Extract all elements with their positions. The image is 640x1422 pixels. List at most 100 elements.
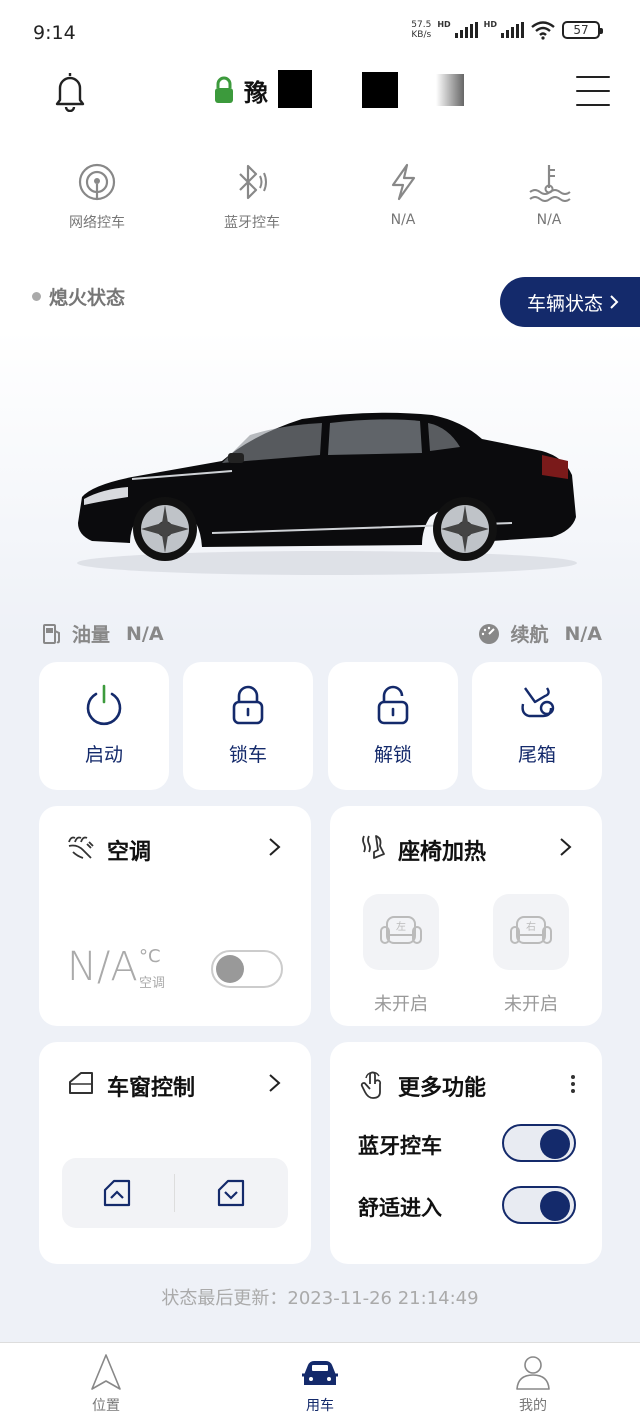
right-seat-icon: 右 bbox=[510, 916, 552, 944]
window-down-icon[interactable] bbox=[216, 1178, 246, 1208]
start-button[interactable]: 启动 bbox=[39, 662, 169, 790]
quick-label: 网络控车 bbox=[69, 215, 125, 231]
comfort-entry-option-label: 舒适进入 bbox=[358, 1196, 442, 1220]
chevron-right-icon[interactable] bbox=[558, 836, 574, 858]
range-info: 续航 N/A bbox=[478, 620, 602, 647]
signal-icon bbox=[501, 22, 524, 38]
wifi-icon bbox=[531, 21, 555, 40]
ac-title: 空调 bbox=[107, 840, 152, 865]
unlock-button[interactable]: 解锁 bbox=[328, 662, 458, 790]
tab-profile[interactable]: 我的 bbox=[473, 1343, 593, 1422]
tab-location-label: 位置 bbox=[92, 1398, 120, 1414]
tab-vehicle[interactable]: 用车 bbox=[260, 1343, 380, 1422]
speedometer-icon bbox=[479, 623, 500, 644]
plate-redaction bbox=[278, 70, 478, 110]
bluetooth-control-toggle[interactable] bbox=[502, 1124, 576, 1162]
quick-lightning[interactable]: N/A bbox=[343, 162, 463, 228]
ac-toggle[interactable] bbox=[211, 950, 283, 988]
hd-badge: HD bbox=[483, 20, 497, 29]
left-seat-text: 左 bbox=[396, 920, 406, 933]
bell-icon[interactable] bbox=[52, 70, 88, 113]
trunk-label: 尾箱 bbox=[517, 744, 556, 766]
more-functions-card[interactable]: 更多功能 蓝牙控车 舒适进入 bbox=[330, 1042, 602, 1264]
start-label: 启动 bbox=[84, 744, 123, 766]
user-icon bbox=[516, 1356, 550, 1390]
bluetooth-control-option-label: 蓝牙控车 bbox=[358, 1134, 442, 1158]
ac-icon bbox=[68, 836, 94, 859]
lock-button[interactable]: 锁车 bbox=[183, 662, 313, 790]
hd-badge: HD bbox=[437, 20, 451, 29]
lock-icon bbox=[232, 685, 264, 725]
chevron-right-icon[interactable] bbox=[267, 1072, 283, 1094]
car-image bbox=[77, 412, 577, 575]
bluetooth-control-icon bbox=[239, 164, 267, 200]
comfort-entry-toggle[interactable] bbox=[502, 1186, 576, 1224]
tab-profile-label: 我的 bbox=[519, 1398, 547, 1414]
window-card[interactable]: 车窗控制 bbox=[39, 1042, 311, 1264]
lock-status-icon bbox=[215, 76, 233, 103]
seat-heating-icon bbox=[362, 835, 385, 859]
divider bbox=[174, 1174, 175, 1212]
quick-coolant[interactable]: N/A bbox=[489, 162, 609, 228]
location-arrow-icon bbox=[91, 1354, 121, 1390]
ac-sub-label: 空调 bbox=[139, 976, 166, 991]
left-seat-icon: 左 bbox=[380, 916, 422, 944]
quick-label: 蓝牙控车 bbox=[224, 215, 280, 231]
vehicle-status-button[interactable]: 车辆状态 bbox=[500, 277, 640, 327]
status-bar-right: 57.5 KB/s HD HD 57 bbox=[411, 20, 603, 40]
fuel-info: 油量 N/A bbox=[42, 620, 164, 647]
lightning-icon bbox=[391, 163, 416, 201]
window-up-icon[interactable] bbox=[102, 1178, 132, 1208]
tab-location[interactable]: 位置 bbox=[46, 1343, 166, 1422]
trunk-button[interactable]: 尾箱 bbox=[472, 662, 602, 790]
quick-label: N/A bbox=[390, 212, 416, 228]
seat-heating-title: 座椅加热 bbox=[398, 840, 487, 865]
coolant-temperature-icon bbox=[529, 165, 571, 202]
seat-heating-card[interactable]: 座椅加热 左 右 未开启 未开启 bbox=[330, 806, 602, 1026]
network-control-icon bbox=[78, 163, 116, 201]
more-options-icon[interactable] bbox=[570, 1074, 576, 1094]
quick-label: N/A bbox=[536, 212, 562, 228]
trunk-icon bbox=[521, 687, 555, 718]
license-plate: 豫 bbox=[244, 78, 268, 107]
status-dot bbox=[32, 292, 41, 301]
signal-icon bbox=[454, 22, 478, 38]
fuel-value: N/A bbox=[126, 622, 164, 645]
touch-icon bbox=[360, 1071, 382, 1099]
quick-bluetooth-control[interactable]: 蓝牙控车 bbox=[192, 162, 312, 232]
bottom-tab-bar: 位置 用车 我的 bbox=[0, 1342, 640, 1422]
right-seat-status: 未开启 bbox=[504, 994, 558, 1015]
battery-icon: 57 bbox=[562, 21, 603, 39]
vehicle-status-label: 车辆状态 bbox=[526, 292, 603, 315]
ac-unit: °C bbox=[139, 946, 161, 967]
fuel-pump-icon bbox=[43, 623, 60, 644]
menu-icon[interactable] bbox=[576, 76, 610, 106]
network-speed: 57.5 KB/s bbox=[411, 20, 432, 40]
engine-status-text: 熄火状态 bbox=[49, 287, 126, 309]
ac-card[interactable]: 空调 N/A °C 空调 bbox=[39, 806, 311, 1026]
range-value: N/A bbox=[564, 622, 602, 645]
status-bar-time: 9:14 bbox=[33, 22, 76, 44]
engine-status: 熄火状态 bbox=[32, 283, 125, 310]
left-seat-button[interactable]: 左 bbox=[363, 894, 439, 970]
power-icon bbox=[86, 684, 122, 726]
last-update-text: 状态最后更新：2023-11-26 21:14:49 bbox=[161, 1288, 479, 1309]
fuel-label: 油量 bbox=[72, 624, 111, 646]
left-seat-status: 未开启 bbox=[374, 994, 428, 1015]
window-title: 车窗控制 bbox=[107, 1076, 196, 1101]
unlock-icon bbox=[377, 685, 409, 725]
unlock-label: 解锁 bbox=[373, 744, 412, 766]
chevron-right-icon[interactable] bbox=[267, 836, 283, 858]
more-functions-title: 更多功能 bbox=[398, 1076, 487, 1101]
window-icon bbox=[69, 1072, 93, 1094]
window-control-pad bbox=[62, 1158, 288, 1228]
tab-vehicle-label: 用车 bbox=[306, 1398, 334, 1414]
ac-temperature: N/A bbox=[67, 944, 138, 990]
right-seat-button[interactable]: 右 bbox=[493, 894, 569, 970]
range-label: 续航 bbox=[510, 624, 549, 646]
right-seat-text: 右 bbox=[526, 920, 536, 933]
quick-network-control[interactable]: 网络控车 bbox=[37, 162, 157, 232]
car-tab-icon bbox=[302, 1361, 338, 1385]
chevron-right-icon bbox=[610, 295, 619, 309]
vehicle-selector[interactable]: 豫 bbox=[214, 70, 478, 110]
